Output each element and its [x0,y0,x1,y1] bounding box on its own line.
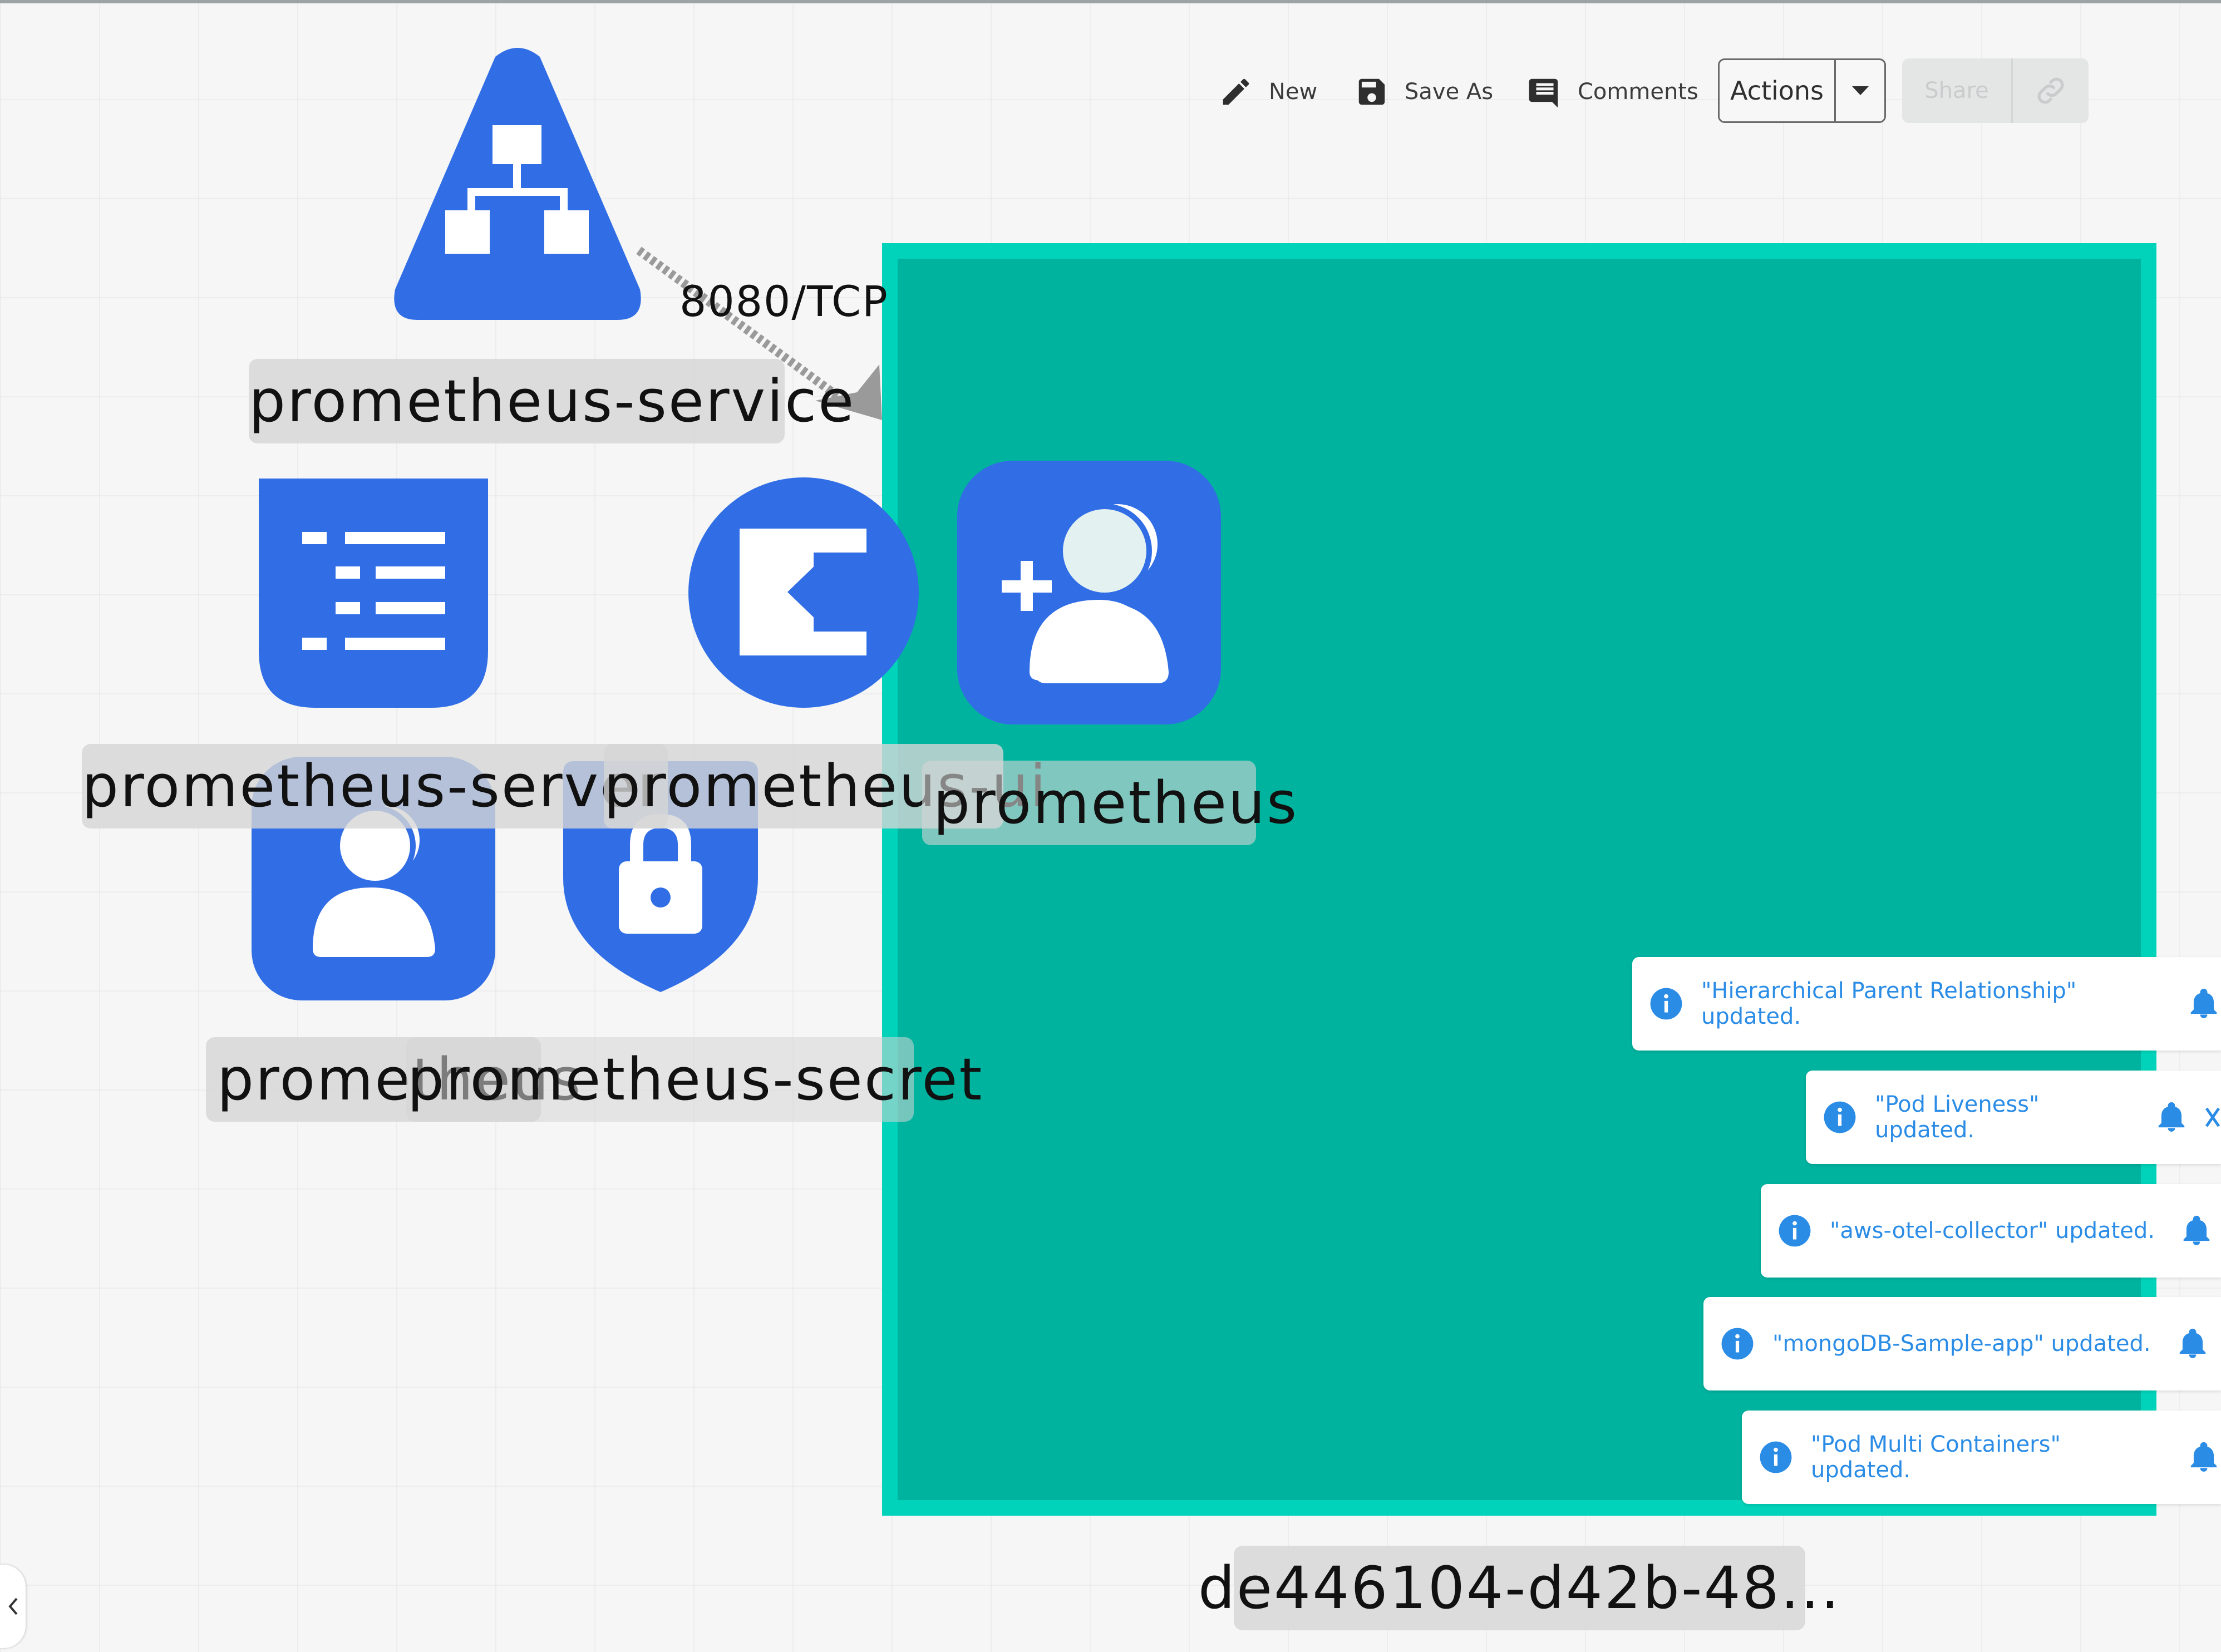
edge-port-label: 8080/TCP [679,277,889,326]
info-icon [1650,988,1682,1020]
actions-toggle[interactable] [1836,60,1884,121]
caret-down-icon [1851,86,1869,95]
bell-icon[interactable] [2154,1100,2189,1135]
side-panel-toggle[interactable] [0,1565,26,1648]
service-node[interactable] [378,45,657,323]
save-as-label: Save As [1405,79,1494,105]
info-icon [1721,1328,1754,1360]
bell-icon[interactable] [2179,1214,2214,1248]
notification-toast[interactable]: "Pod Liveness" updated. [1806,1071,2221,1164]
save-as-button[interactable]: Save As [1355,67,1493,117]
save-icon [1358,78,1385,105]
link-icon [2037,77,2064,104]
notification-text: "aws-otel-collector" updated. [1830,1218,2155,1244]
info-icon [1779,1215,1811,1247]
login-icon [740,529,866,655]
account-shape [957,461,1221,724]
server-shape [259,479,488,708]
notification-toast[interactable]: "Pod Multi Containers" updated. [1742,1411,2221,1504]
actions-label[interactable]: Actions [1720,60,1836,121]
container-node-label[interactable]: de446104-d42b-48... [1198,1546,1839,1630]
bell-icon[interactable] [2175,1326,2210,1361]
info-icon [1824,1101,1856,1133]
notification-text: "Pod Multi Containers" updated. [1811,1432,2061,1483]
secret-node-label[interactable]: prometheus-secret [406,1037,982,1122]
bell-icon[interactable] [2186,1440,2221,1475]
notification-toast[interactable]: "aws-otel-collector" updated. [1761,1184,2221,1278]
comments-label: Comments [1578,79,1698,105]
copy-link-button[interactable] [2013,58,2089,123]
service-shape [394,48,641,320]
notification-text: "Hierarchical Parent Relationship" updat… [1701,978,2077,1029]
ui-node[interactable] [688,477,919,708]
account-node[interactable] [957,461,1221,724]
chevron-left-icon [8,1597,18,1615]
close-icon[interactable] [2204,1105,2221,1130]
notification-toast[interactable]: "mongoDB-Sample-app" updated. [1703,1297,2221,1390]
share-group: Share [1902,58,2089,123]
top-border [0,0,2221,3]
server-node[interactable] [259,479,488,708]
service-node-label[interactable]: prometheus-service [249,359,854,443]
notification-text: "Pod Liveness" updated. [1875,1092,2040,1143]
ui-shape [688,477,919,708]
actions-dropdown[interactable]: Actions [1718,58,1886,123]
new-button[interactable]: New [1219,67,1317,117]
notification-text: "mongoDB-Sample-app" updated. [1772,1331,2151,1357]
new-label: New [1269,79,1318,105]
comment-icon [1529,78,1558,108]
bell-icon[interactable] [2186,987,2221,1021]
pencil-icon [1223,78,1249,105]
account-node-label[interactable]: prometheus [922,761,1297,845]
server-node-label[interactable]: prometheus-server [82,744,668,829]
info-icon [1760,1441,1792,1473]
notification-toast[interactable]: "Hierarchical Parent Relationship" updat… [1632,957,2221,1051]
comments-button[interactable]: Comments [1528,67,1698,117]
share-button[interactable]: Share [1902,58,2013,123]
